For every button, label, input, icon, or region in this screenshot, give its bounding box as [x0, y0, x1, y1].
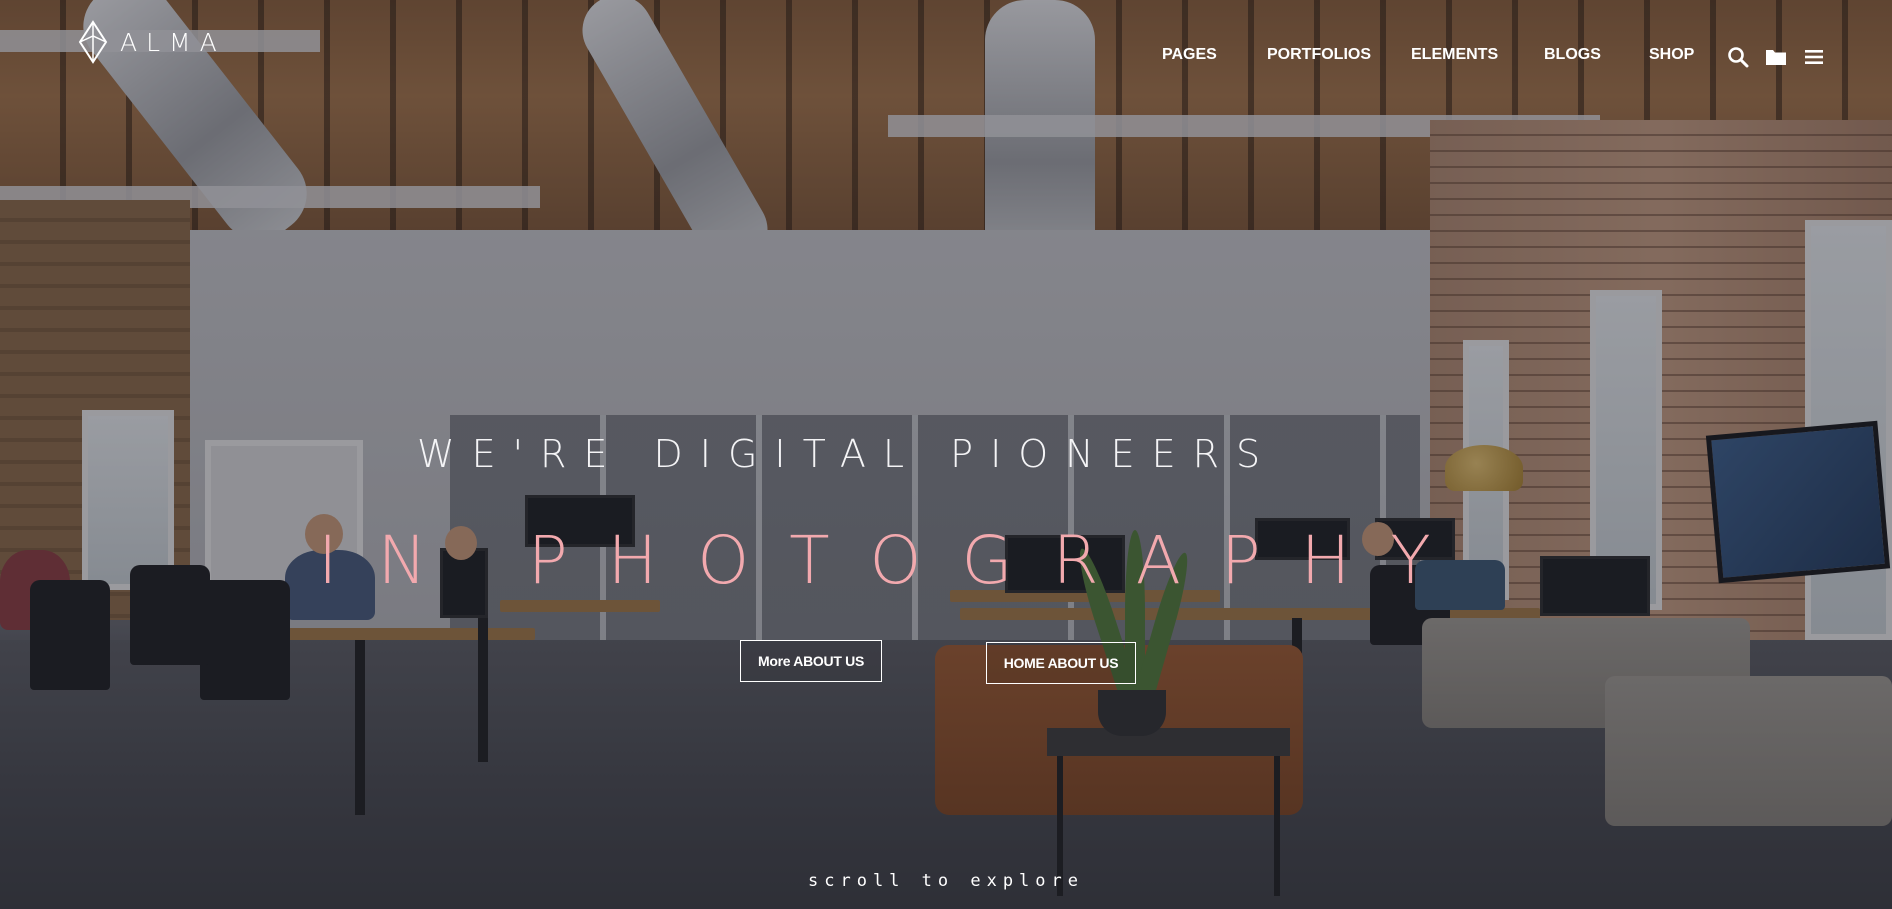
diamond-logo-icon — [78, 20, 108, 64]
brand-logo[interactable]: ALMA — [78, 20, 226, 64]
nav-item-portfolios[interactable]: PORTFOLIOS — [1267, 46, 1371, 64]
search-icon[interactable] — [1727, 46, 1749, 68]
home-about-us-button[interactable]: HOME ABOUT US — [986, 642, 1136, 684]
folder-icon[interactable] — [1765, 46, 1787, 68]
nav-item-shop[interactable]: SHOP — [1649, 46, 1694, 64]
more-about-us-button[interactable]: More ABOUT US — [740, 640, 882, 682]
brand-name: ALMA — [120, 27, 226, 57]
scroll-to-explore-link[interactable]: scroll to explore — [0, 871, 1892, 891]
hero-section: ALMA PAGES PORTFOLIOS ELEMENTS BLOGS SHO… — [0, 0, 1892, 909]
hamburger-menu-icon[interactable] — [1803, 46, 1825, 68]
hero-tagline: WE'RE DIGITAL PIONEERS — [417, 432, 1278, 476]
hero-headline: IN PHOTOGRAPHY — [318, 522, 1471, 599]
nav-item-elements[interactable]: ELEMENTS — [1411, 46, 1498, 64]
nav-item-pages[interactable]: PAGES — [1162, 46, 1217, 64]
nav-item-blogs[interactable]: BLOGS — [1544, 46, 1601, 64]
